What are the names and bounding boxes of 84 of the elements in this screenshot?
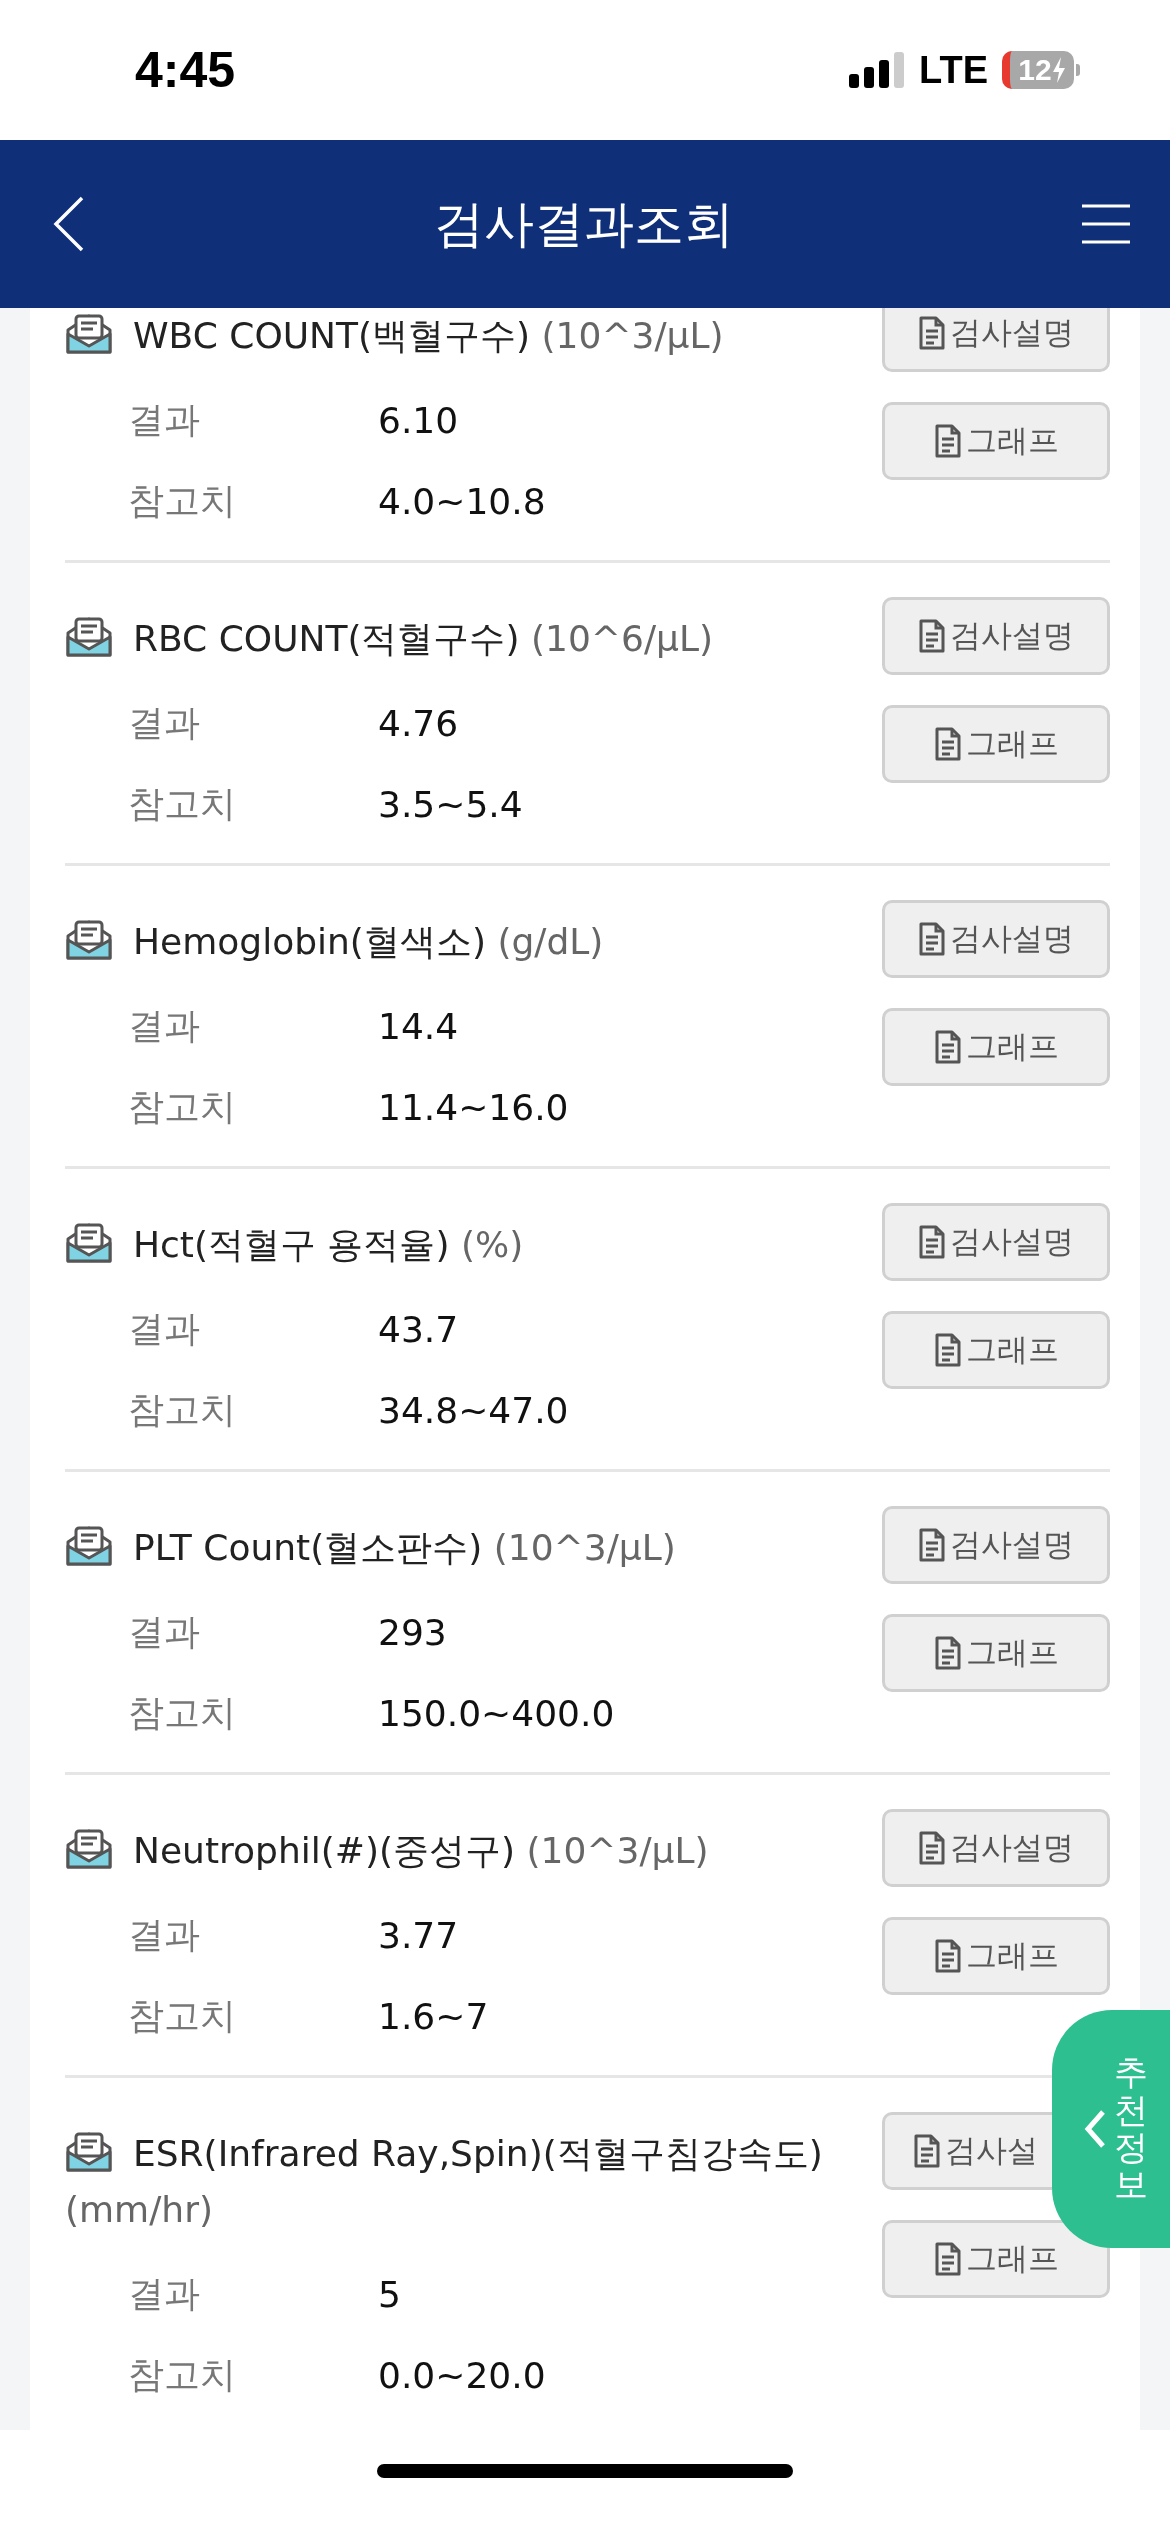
result-label: 결과 — [127, 1913, 201, 1957]
reference-label: 참고치 — [127, 1994, 237, 2038]
envelope-icon — [65, 1827, 113, 1871]
result-value: 43.7 — [378, 1309, 459, 1350]
document-icon — [913, 2134, 941, 2168]
test-unit: (10^6/μL) — [530, 618, 713, 659]
test-name: ESR(Infrared Ray,Spin)(적혈구침강속도) — [133, 2133, 823, 2174]
document-icon — [918, 922, 946, 956]
page-title: 검사결과조회 — [434, 193, 734, 255]
test-unit: (g/dL) — [497, 921, 604, 962]
test-name: WBC COUNT(백혈구수) — [133, 315, 531, 356]
result-value: 14.4 — [378, 1006, 459, 1047]
result-value: 5 — [378, 2274, 401, 2315]
reference-label: 참고치 — [127, 1691, 237, 1735]
test-unit: (mm/hr) — [65, 2189, 213, 2230]
reference-value: 150.0~400.0 — [378, 1693, 615, 1734]
result-label: 결과 — [127, 2272, 201, 2316]
description-button[interactable]: 검사설명 — [882, 1203, 1110, 1281]
description-button[interactable]: 검사설명 — [882, 1809, 1110, 1887]
document-icon — [933, 2242, 962, 2276]
back-icon[interactable] — [52, 196, 86, 252]
document-icon — [933, 1939, 962, 1973]
menu-icon[interactable] — [1082, 204, 1130, 244]
envelope-icon — [65, 918, 113, 962]
reference-value: 34.8~47.0 — [378, 1390, 569, 1431]
graph-button[interactable]: 그래프 — [882, 1917, 1110, 1995]
reference-label: 참고치 — [127, 479, 237, 523]
test-name: PLT Count(혈소판수) — [133, 1527, 483, 1568]
reference-label: 참고치 — [127, 782, 237, 826]
document-icon — [918, 1831, 946, 1865]
document-icon — [933, 424, 962, 458]
graph-button[interactable]: 그래프 — [882, 402, 1110, 480]
test-unit: (10^3/μL) — [493, 1527, 676, 1568]
test-name: Hct(적혈구 용적율) — [133, 1224, 450, 1265]
envelope-icon — [65, 1221, 113, 1265]
description-button[interactable]: 검사설명 — [882, 308, 1110, 372]
test-unit: (10^3/μL) — [526, 1830, 709, 1871]
network-label: LTE — [919, 48, 988, 92]
result-value: 3.77 — [378, 1915, 459, 1956]
test-name: Neutrophil(#)(중성구) — [133, 1830, 516, 1871]
reference-label: 참고치 — [127, 1388, 237, 1432]
description-button[interactable]: 검사설 — [882, 2112, 1052, 2190]
description-button[interactable]: 검사설명 — [882, 597, 1110, 675]
document-icon — [918, 1528, 946, 1562]
result-label: 결과 — [127, 398, 201, 442]
reference-value: 11.4~16.0 — [378, 1087, 569, 1128]
description-button[interactable]: 검사설명 — [882, 1506, 1110, 1584]
signal-icon — [849, 52, 906, 88]
description-button[interactable]: 검사설명 — [882, 900, 1110, 978]
graph-button[interactable]: 그래프 — [882, 1614, 1110, 1692]
document-icon — [933, 1333, 962, 1367]
graph-button[interactable]: 그래프 — [882, 1008, 1110, 1086]
chevron-left-icon — [1084, 2109, 1106, 2149]
result-label: 결과 — [127, 1307, 201, 1351]
document-icon — [918, 316, 946, 350]
envelope-icon — [65, 1524, 113, 1568]
graph-button[interactable]: 그래프 — [882, 2220, 1110, 2298]
test-unit: (10^3/μL) — [541, 315, 724, 356]
test-unit: (%) — [460, 1224, 524, 1265]
status-time: 4:45 — [135, 41, 236, 99]
graph-button[interactable]: 그래프 — [882, 705, 1110, 783]
document-icon — [933, 1636, 962, 1670]
result-label: 결과 — [127, 1610, 201, 1654]
reference-value: 0.0~20.0 — [378, 2355, 546, 2396]
result-value: 6.10 — [378, 400, 459, 441]
reference-label: 참고치 — [127, 1085, 237, 1129]
test-name: RBC COUNT(적혈구수) — [133, 618, 520, 659]
test-name: Hemoglobin(혈색소) — [133, 921, 486, 962]
document-icon — [933, 1030, 962, 1064]
document-icon — [918, 619, 946, 653]
graph-button[interactable]: 그래프 — [882, 1311, 1110, 1389]
document-icon — [918, 1225, 946, 1259]
envelope-icon — [65, 615, 113, 659]
reference-value: 1.6~7 — [378, 1996, 489, 2037]
reference-value: 4.0~10.8 — [378, 481, 546, 522]
reference-label: 참고치 — [127, 2353, 237, 2397]
envelope-icon — [65, 2130, 113, 2174]
document-icon — [933, 727, 962, 761]
result-value: 4.76 — [378, 703, 459, 744]
result-label: 결과 — [127, 1004, 201, 1048]
envelope-icon — [65, 312, 113, 356]
result-label: 결과 — [127, 701, 201, 745]
reference-value: 3.5~5.4 — [378, 784, 523, 825]
result-value: 293 — [378, 1612, 447, 1653]
